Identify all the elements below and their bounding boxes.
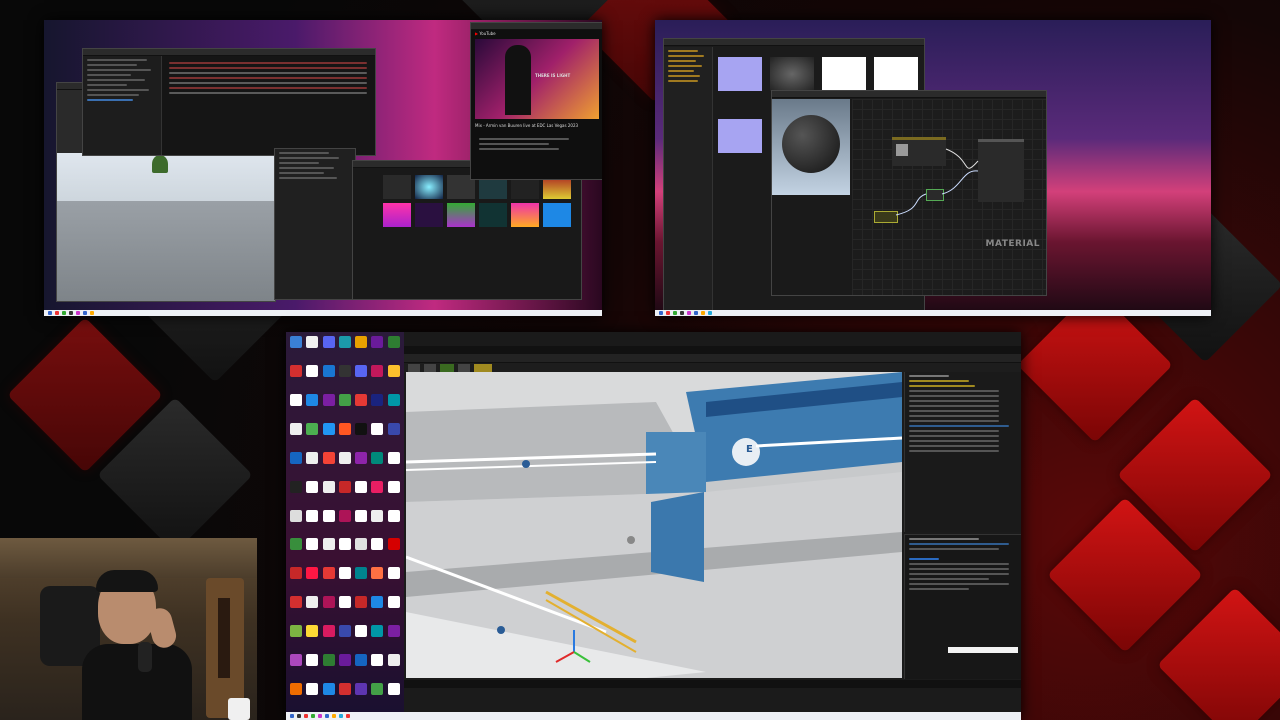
taskbar[interactable] (655, 310, 1211, 316)
node-graph[interactable]: MATERIAL (852, 99, 1046, 295)
taskbar[interactable] (44, 310, 602, 316)
sign-text: E (746, 444, 753, 455)
youtube-browser-window[interactable]: ▶ YouTube THERE IS LIGHT Mix - Armin van… (470, 22, 602, 180)
monitor-bottom: E (286, 332, 1021, 720)
material-editor-window[interactable]: MATERIAL (771, 90, 1047, 296)
taskbar[interactable] (286, 712, 1021, 720)
youtube-logo: YouTube (479, 31, 496, 36)
monitor-top-left: ▶ YouTube THERE IS LIGHT Mix - Armin van… (44, 20, 602, 316)
material-watermark: MATERIAL (985, 239, 1040, 249)
video-player[interactable]: THERE IS LIGHT (475, 39, 599, 119)
material-preview (772, 99, 850, 195)
level-viewport[interactable]: E (406, 372, 902, 678)
unreal-editor-main[interactable]: E (404, 346, 1021, 712)
thumb-text: THERE IS LIGHT (535, 73, 571, 78)
webcam-overlay (0, 538, 257, 720)
world-outliner[interactable] (904, 372, 1021, 532)
output-log-window[interactable] (82, 48, 376, 156)
details-panel[interactable] (904, 534, 1021, 679)
monitor-top-right: MATERIAL (655, 20, 1211, 316)
content-browser-window[interactable] (352, 160, 582, 300)
details-panel[interactable] (274, 148, 356, 300)
video-title[interactable]: Mix - Armin van Buuren live at EDC Las V… (475, 123, 578, 128)
transform-gizmo-icon[interactable] (566, 642, 584, 660)
desktop-icons[interactable] (286, 332, 404, 712)
